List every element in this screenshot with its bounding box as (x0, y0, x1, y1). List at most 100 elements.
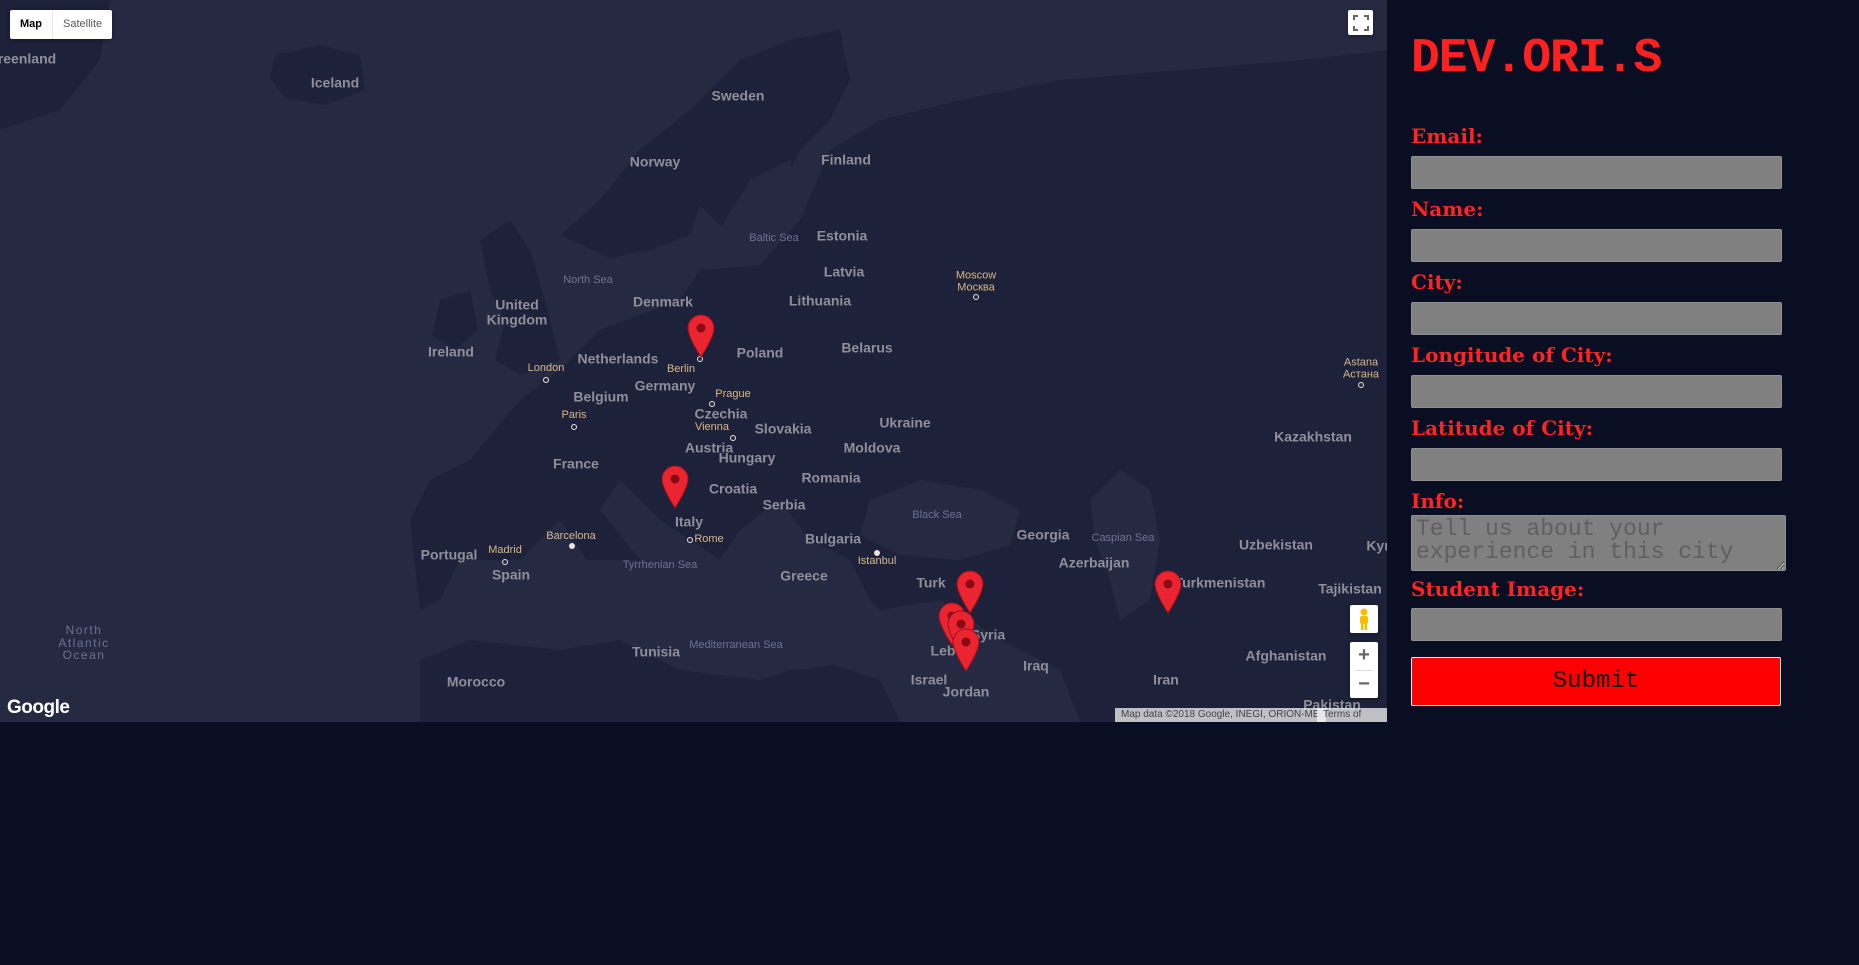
map-label-country: Kazakhstan (1274, 428, 1352, 445)
street-view-pegman[interactable] (1350, 605, 1378, 633)
map-label-city: Prague (715, 388, 751, 401)
student-form-panel: DEV.ORI.S Email: Name: City: Longitude o… (1387, 0, 1859, 722)
map-label-country: Belgium (573, 388, 629, 405)
map-label-country: Iceland (310, 74, 360, 91)
latitude-label: Latitude of City: (1411, 416, 1593, 440)
city-label: City: (1411, 270, 1463, 294)
map-label-country: Uzbekistan (1239, 536, 1313, 553)
map-label-country: Serbia (762, 496, 806, 513)
map-label-sea: Mediterranean Sea (689, 639, 783, 652)
city-dot (687, 537, 693, 543)
map-label-ocean: North Atlantic Ocean (58, 623, 110, 663)
map-label-country: Bulgaria (804, 530, 862, 547)
map-label-country: Netherlands (577, 350, 659, 367)
map-label-country: Tajikistan (1318, 580, 1382, 597)
submit-button[interactable]: Submit (1411, 657, 1781, 706)
city-dot (571, 424, 577, 430)
map-label-country: Finland (821, 151, 871, 168)
city-dot (973, 294, 979, 300)
info-label: Info: (1411, 489, 1465, 513)
longitude-field[interactable] (1411, 375, 1782, 408)
map-type-control: Map Satellite (10, 10, 113, 39)
city-dot (709, 401, 715, 407)
map-label-country: Denmark (633, 293, 693, 310)
map-marker[interactable] (1154, 570, 1182, 614)
map-label-city: Berlin (666, 363, 696, 376)
map-label-country: Tunisia (632, 643, 680, 660)
map-label-sea: Black Sea (912, 509, 962, 522)
map-label-country: Czechia (694, 405, 748, 422)
city-dot (874, 550, 880, 556)
name-label: Name: (1411, 197, 1484, 221)
map-label-country: France (553, 455, 599, 472)
map-label-country: Norway (629, 153, 681, 170)
google-logo: Google (7, 697, 70, 718)
latitude-field[interactable] (1411, 448, 1782, 481)
zoom-in-button[interactable]: + (1350, 642, 1378, 670)
map-label-city: Barcelona (546, 530, 596, 543)
map-label-country: Portugal (420, 546, 478, 563)
longitude-label: Longitude of City: (1411, 343, 1613, 367)
fullscreen-icon (1352, 14, 1369, 31)
map-label-country: Turkmenistan (1174, 574, 1266, 591)
map-label-country: Slovakia (754, 420, 812, 437)
map-marker[interactable] (661, 465, 689, 509)
map-label-city: Moscow Москва (955, 269, 997, 293)
zoom-control: + − (1350, 642, 1378, 698)
map-label-country: reenland (0, 50, 57, 67)
map-label-country: Morocco (446, 673, 506, 690)
map-label-country: Afghanistan (1245, 647, 1327, 664)
student-image-field[interactable] (1411, 608, 1782, 641)
brand-title: DEV.ORI.S (1411, 32, 1662, 86)
map-label-country: Ukraine (879, 414, 931, 431)
map-label-city: Rome (694, 533, 724, 546)
city-dot (502, 559, 508, 565)
map-view[interactable]: reenland Iceland Sweden Norway Finland Baltic… (0, 0, 1387, 722)
map-label-country: Hungary (718, 449, 776, 466)
map-label-city: London (527, 362, 565, 375)
info-textarea[interactable] (1411, 515, 1786, 571)
map-marker[interactable] (687, 314, 715, 358)
map-label-city: Paris (561, 409, 587, 422)
map-label-country: Poland (736, 344, 784, 361)
map-label-city: Istanbul (857, 555, 897, 568)
city-dot (730, 435, 736, 441)
map-marker[interactable] (952, 628, 980, 672)
city-dot (543, 377, 549, 383)
map-label-country: Lithuania (788, 292, 852, 309)
map-label-country: Greece (780, 567, 828, 584)
terms-of-use-link[interactable]: Terms of Use (1317, 708, 1387, 722)
city-field[interactable] (1411, 302, 1782, 335)
city-dot (569, 543, 575, 549)
name-field[interactable] (1411, 229, 1782, 262)
map-label-country: Ireland (428, 343, 474, 360)
map-label-country: Spain (491, 566, 531, 583)
map-label-sea: North Sea (563, 274, 613, 287)
map-label-sea: Tyrrhenian Sea (622, 559, 698, 572)
map-label-sea: Caspian Sea (1091, 532, 1155, 545)
map-label-country: Italy (674, 513, 704, 530)
map-label-country: Latvia (823, 263, 865, 280)
map-attribution: Map data ©2018 Google, INEGI, ORION-ME (1115, 708, 1326, 722)
fullscreen-button[interactable] (1348, 10, 1373, 35)
map-label-country: United Kingdom (486, 296, 548, 327)
map-label-country: Croatia (708, 480, 758, 497)
city-dot (1358, 382, 1364, 388)
map-label-country: Jordan (942, 683, 990, 700)
map-label-country: Iran (1153, 671, 1179, 688)
map-label-country: Azerbaijan (1058, 554, 1130, 571)
map-type-satellite[interactable]: Satellite (53, 10, 112, 39)
map-label-country: Turk (916, 574, 946, 591)
map-label-country: Germany (634, 377, 696, 394)
map-label-sea: Baltic Sea (749, 232, 799, 245)
email-label: Email: (1411, 124, 1483, 148)
map-label-country: Georgia (1016, 526, 1070, 543)
map-label-city: Vienna (694, 421, 730, 434)
email-field[interactable] (1411, 156, 1782, 189)
map-label-city: Madrid (488, 544, 522, 557)
map-type-map[interactable]: Map (10, 10, 53, 39)
map-label-country: Estonia (816, 227, 868, 244)
map-label-country: Moldova (843, 439, 901, 456)
zoom-out-button[interactable]: − (1350, 671, 1378, 699)
student-image-label: Student Image: (1411, 577, 1585, 601)
